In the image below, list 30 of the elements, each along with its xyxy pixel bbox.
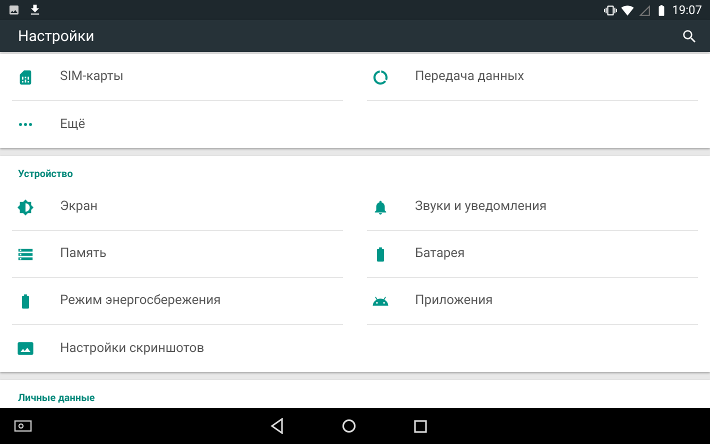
download-icon — [28, 3, 42, 17]
setting-label[interactable]: Память — [60, 244, 106, 264]
screenshot-icon[interactable] — [14, 420, 32, 432]
more-icon — [19, 123, 32, 126]
brightness-icon — [17, 198, 34, 216]
search-button[interactable] — [681, 28, 698, 44]
sim-card-icon — [17, 68, 34, 86]
home-icon[interactable] — [342, 419, 356, 433]
setting-label[interactable]: Ещё — [60, 114, 86, 134]
section-header: Устройство — [18, 168, 73, 182]
back-icon[interactable] — [270, 418, 284, 434]
clock: 19:07 — [672, 2, 702, 19]
image-icon — [8, 4, 20, 16]
setting-label[interactable]: Настройки скриншотов — [60, 338, 204, 358]
cellular-icon — [638, 4, 652, 16]
setting-label[interactable]: Режим энергосбережения — [60, 291, 221, 311]
bell-icon — [372, 198, 389, 216]
setting-label[interactable]: Приложения — [415, 291, 493, 311]
setting-label[interactable]: Звуки и уведомления — [415, 197, 547, 217]
vibration-icon — [604, 4, 618, 16]
section-header: Личные данные — [18, 392, 95, 406]
wifi-icon — [621, 4, 634, 16]
image-icon — [17, 340, 34, 357]
recents-icon[interactable] — [414, 420, 427, 432]
setting-label[interactable]: Передача данных — [415, 67, 524, 87]
setting-label[interactable]: Экран — [60, 197, 98, 217]
setting-label[interactable]: SIM-карты — [60, 67, 124, 87]
ring-icon — [372, 68, 389, 86]
app-title: Настройки — [18, 26, 96, 47]
setting-label[interactable]: Батарея — [415, 244, 465, 264]
